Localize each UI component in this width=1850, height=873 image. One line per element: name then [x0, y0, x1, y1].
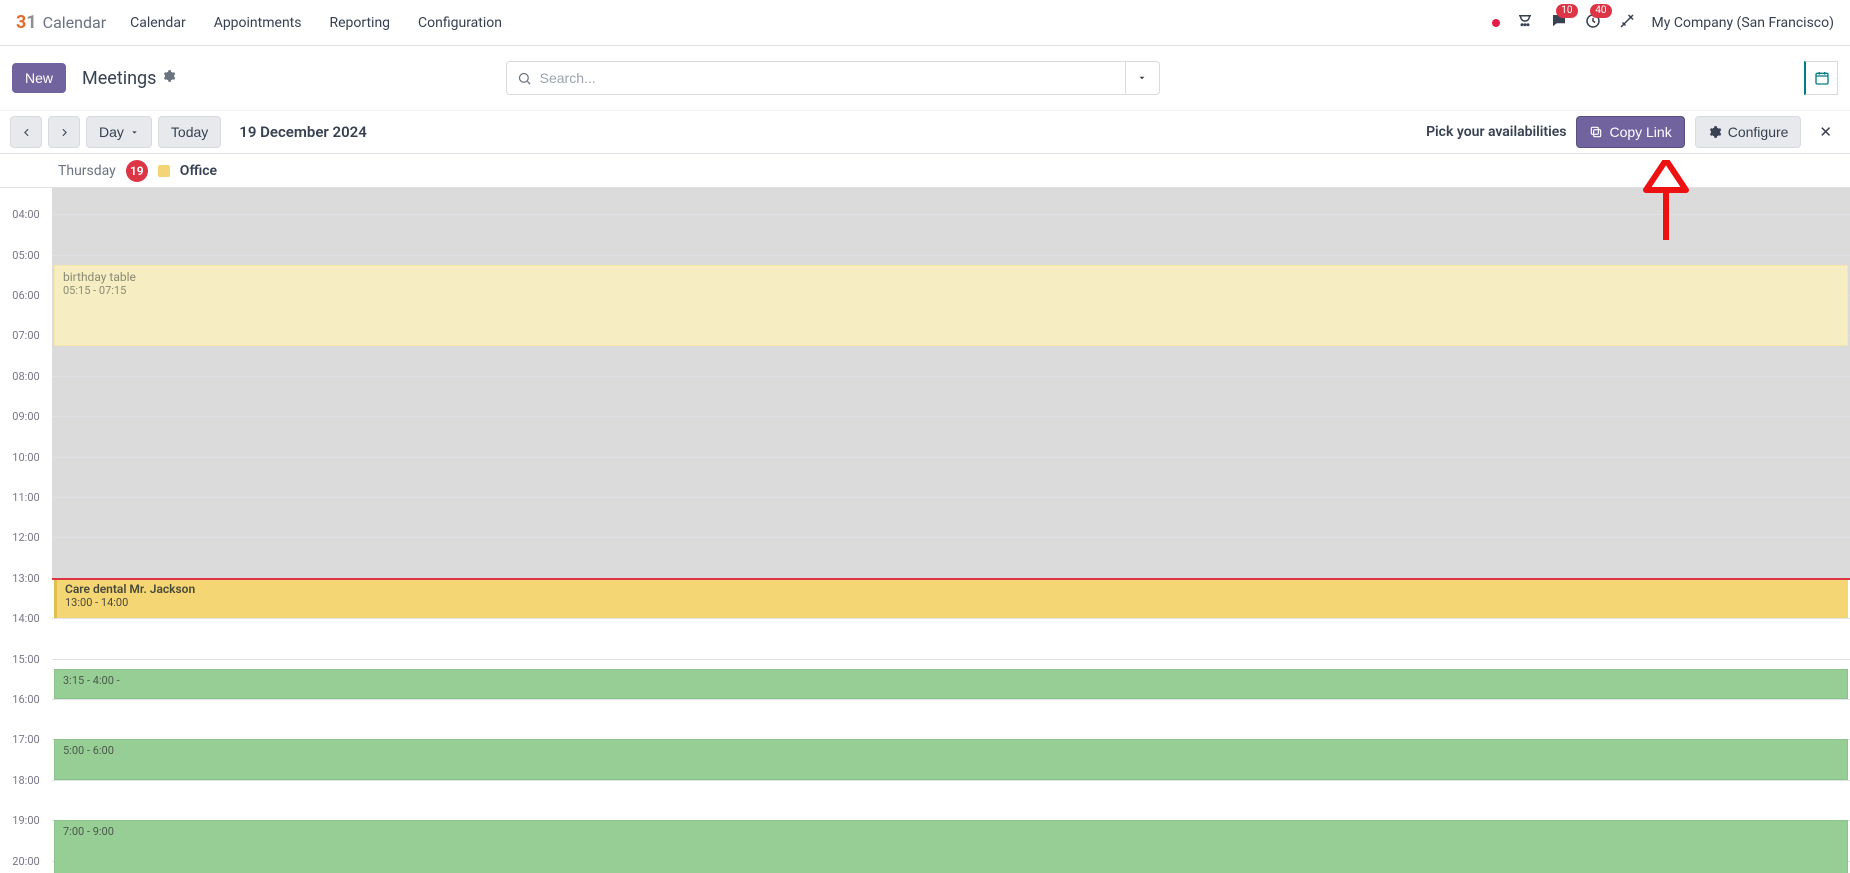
brand-name: Calendar — [43, 13, 106, 32]
close-button[interactable]: ✕ — [1815, 123, 1836, 141]
tools-icon[interactable] — [1618, 12, 1636, 34]
calendar-event[interactable]: 5:00 - 6:00 — [54, 739, 1848, 779]
hour-label: 08:00 — [0, 370, 52, 383]
hour-label: 20:00 — [0, 855, 52, 868]
legend-color-icon — [158, 165, 170, 177]
hour-label: 04:00 — [0, 208, 52, 221]
menu-item-appointments[interactable]: Appointments — [214, 15, 302, 31]
copy-icon — [1589, 125, 1603, 139]
systray: 10 40 My Company (San Francisco) — [1492, 12, 1834, 34]
scale-button[interactable]: Day — [86, 116, 152, 148]
view-title: Meetings — [82, 68, 156, 89]
arrow-left-icon — [20, 126, 33, 139]
daynum-badge[interactable]: 19 — [126, 160, 148, 182]
date-label: 19 December 2024 — [239, 123, 367, 141]
event-time: 3:15 - 4:00 - — [63, 674, 1839, 687]
presence-dot[interactable] — [1492, 19, 1500, 27]
hour-label: 16:00 — [0, 693, 52, 706]
event-time: 7:00 - 9:00 — [63, 825, 1839, 838]
new-button[interactable]: New — [12, 63, 66, 93]
menu-item-calendar[interactable]: Calendar — [130, 15, 186, 31]
gear-icon — [1708, 125, 1722, 139]
caret-down-icon — [1137, 73, 1147, 83]
prev-button[interactable] — [10, 116, 42, 148]
hour-label: 12:00 — [0, 531, 52, 544]
legend-label: Office — [180, 163, 217, 179]
hour-label: 06:00 — [0, 289, 52, 302]
top-bar: 31 Calendar Calendar Appointments Report… — [0, 0, 1850, 46]
calendar-view-button[interactable] — [1804, 61, 1838, 95]
messages-icon[interactable]: 10 — [1550, 12, 1568, 34]
hour-label: 09:00 — [0, 410, 52, 423]
configure-button[interactable]: Configure — [1695, 116, 1802, 148]
hour-label: 14:00 — [0, 612, 52, 625]
hour-label: 15:00 — [0, 653, 52, 666]
calendar-event[interactable]: Care dental Mr. Jackson13:00 - 14:00 — [54, 578, 1848, 618]
hour-label: 11:00 — [0, 491, 52, 504]
brand[interactable]: 31 Calendar — [16, 12, 106, 33]
search-options-toggle[interactable] — [1126, 61, 1160, 95]
menu-item-configuration[interactable]: Configuration — [418, 15, 502, 31]
event-time: 13:00 - 14:00 — [65, 596, 1840, 609]
activities-count: 40 — [1590, 4, 1611, 18]
day-header: Thursday 19 Office — [0, 154, 1850, 188]
event-title: Care dental Mr. Jackson — [65, 582, 1840, 596]
copy-link-button[interactable]: Copy Link — [1576, 116, 1684, 148]
hour-label: 05:00 — [0, 249, 52, 262]
calendar-icon — [1814, 70, 1830, 86]
search-input[interactable] — [540, 70, 1115, 86]
caret-down-icon — [130, 128, 139, 137]
event-title: birthday table — [63, 270, 1839, 284]
weekday-label: Thursday — [58, 163, 116, 179]
control-bar: New Meetings — [0, 46, 1850, 110]
event-time: 05:15 - 07:15 — [63, 284, 1839, 297]
now-indicator — [52, 578, 1850, 580]
next-button[interactable] — [48, 116, 80, 148]
search-box[interactable] — [506, 61, 1126, 95]
breadcrumb: Meetings — [82, 68, 176, 89]
search-icon — [517, 71, 532, 86]
event-time: 5:00 - 6:00 — [63, 744, 1839, 757]
main-menu: Calendar Appointments Reporting Configur… — [130, 15, 502, 31]
hour-label: 10:00 — [0, 451, 52, 464]
company-name[interactable]: My Company (San Francisco) — [1652, 15, 1834, 31]
messages-count: 10 — [1556, 4, 1577, 18]
calendar-event[interactable]: birthday table05:15 - 07:15 — [54, 265, 1848, 346]
hour-label: 19:00 — [0, 814, 52, 827]
hour-label: 07:00 — [0, 329, 52, 342]
calendar-event[interactable]: 7:00 - 9:00 — [54, 820, 1848, 873]
menu-item-reporting[interactable]: Reporting — [329, 15, 390, 31]
hour-label: 17:00 — [0, 733, 52, 746]
hour-label: 18:00 — [0, 774, 52, 787]
app-icon: 31 — [16, 12, 37, 33]
calendar-toolbar: Day Today 19 December 2024 Pick your ava… — [0, 110, 1850, 154]
today-button[interactable]: Today — [158, 116, 221, 148]
scale-label: Day — [99, 124, 124, 140]
availability-label: Pick your availabilities — [1426, 124, 1566, 140]
calendar-grid[interactable]: 04:00 05:00 06:00 07:00 08:00 09:00 10:00 11:00… — [0, 188, 1850, 873]
arrow-right-icon — [58, 126, 71, 139]
hour-label: 13:00 — [0, 572, 52, 585]
calendar-event[interactable]: 3:15 - 4:00 - — [54, 669, 1848, 699]
activities-icon[interactable]: 40 — [1584, 12, 1602, 34]
phone-icon[interactable] — [1516, 12, 1534, 34]
gear-icon[interactable] — [162, 69, 176, 87]
